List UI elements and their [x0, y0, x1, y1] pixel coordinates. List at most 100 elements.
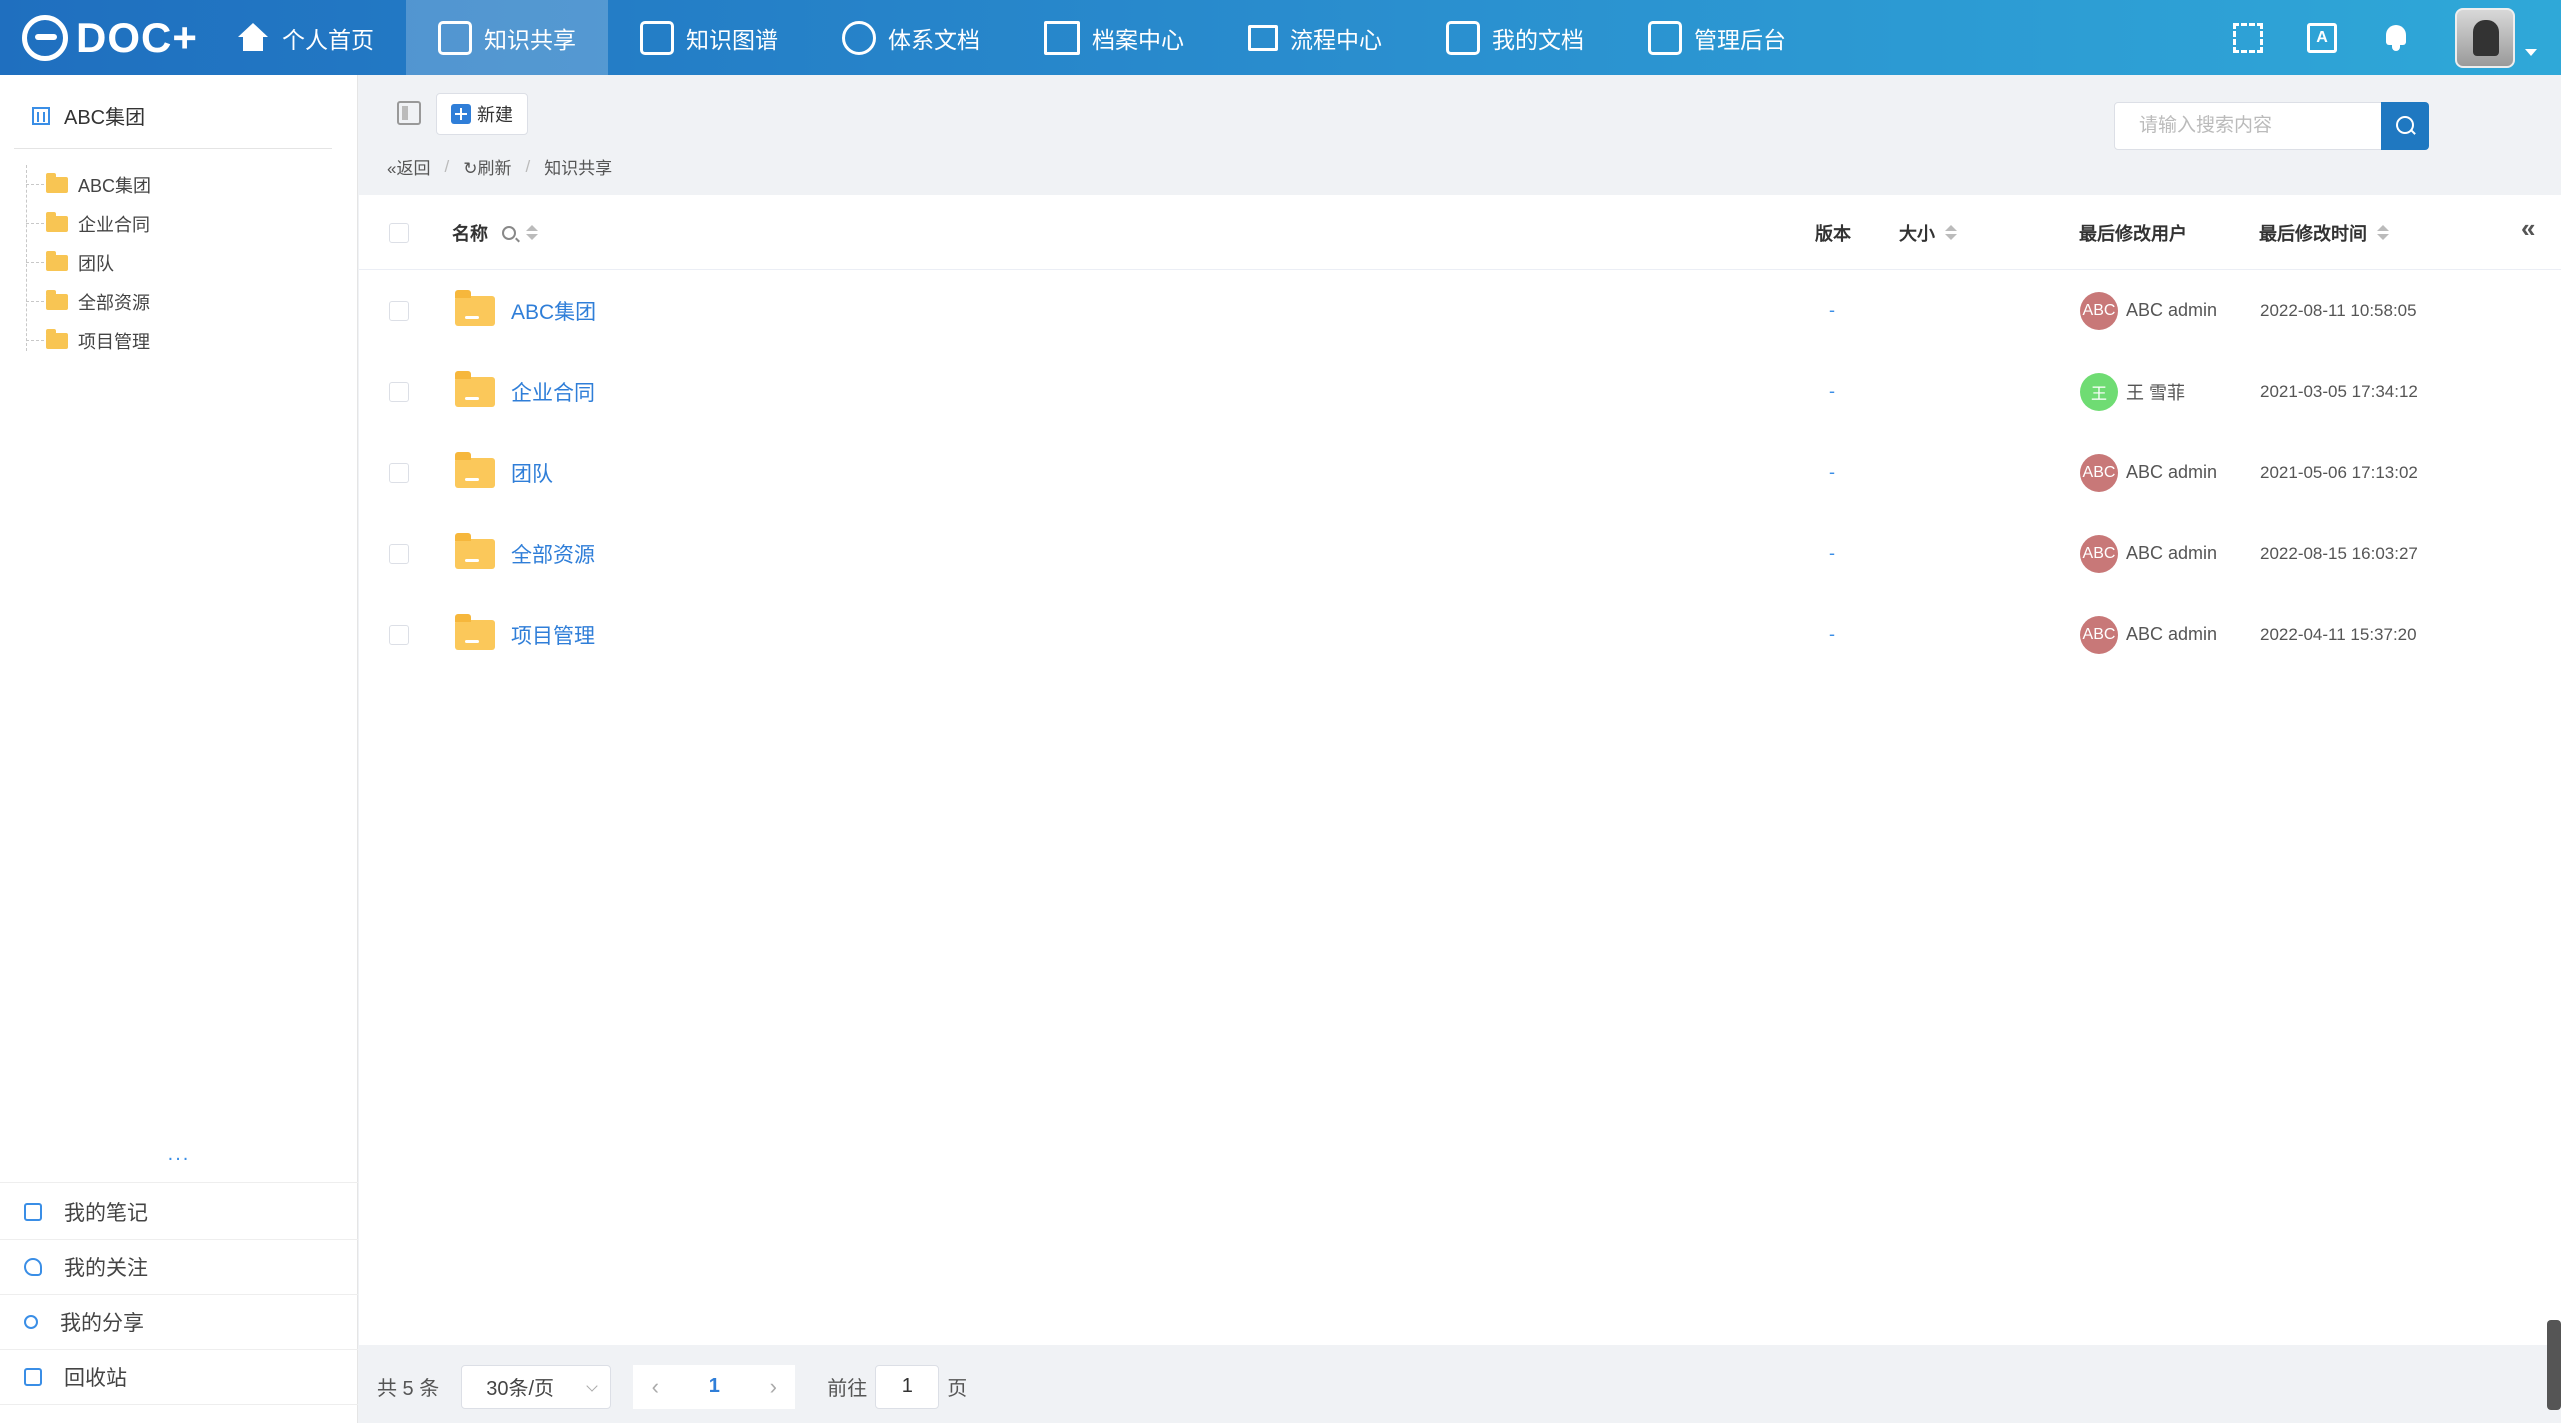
- tree-item-abc-group[interactable]: ABC集团: [26, 165, 326, 204]
- nav-item-admin[interactable]: 管理后台: [1616, 0, 1818, 75]
- panel-collapse-icon[interactable]: «: [2521, 213, 2535, 244]
- page-size-select[interactable]: 30条/页: [461, 1364, 612, 1409]
- folder-name-link[interactable]: 全部资源: [511, 539, 595, 569]
- header-time[interactable]: 最后修改时间: [2259, 195, 2389, 270]
- row-name-cell: 团队: [455, 432, 553, 513]
- header-select-all-cell: [389, 195, 409, 270]
- admin-icon: [1648, 20, 1682, 55]
- nav-label: 管理后台: [1694, 26, 1786, 53]
- user-avatar[interactable]: [2455, 7, 2515, 68]
- nav-item-system-docs[interactable]: 体系文档: [810, 0, 1012, 75]
- nav-item-home[interactable]: 个人首页: [204, 0, 406, 75]
- avatar: 王: [2080, 372, 2118, 411]
- sort-icon[interactable]: [1945, 225, 1957, 240]
- folder-icon: [455, 451, 495, 488]
- folder-icon: [46, 172, 68, 193]
- row-checkbox[interactable]: [389, 624, 409, 645]
- table-row[interactable]: 全部资源 - ABC ABC admin 2022-08-15 16:03:27: [359, 513, 2561, 594]
- plus-icon: [451, 104, 471, 124]
- sidebar-link-follows[interactable]: 我的关注: [0, 1240, 358, 1295]
- row-user-name: ABC admin: [2126, 543, 2218, 563]
- translate-icon[interactable]: A: [2307, 22, 2337, 53]
- new-button[interactable]: 新建: [436, 93, 528, 135]
- sidebar-link-shares[interactable]: 我的分享: [0, 1295, 358, 1350]
- row-select-cell: [389, 351, 409, 432]
- row-checkbox[interactable]: [389, 300, 409, 321]
- sidebar-collapse-icon[interactable]: [397, 101, 421, 125]
- share-icon: [24, 1315, 38, 1329]
- folder-icon: [455, 370, 495, 407]
- avatar: ABC: [2080, 291, 2118, 330]
- chevron-down-icon[interactable]: [2525, 49, 2537, 56]
- table-row[interactable]: 企业合同 - 王 王 雪菲 2021-03-05 17:34:12: [359, 351, 2561, 432]
- avatar: ABC: [2080, 534, 2118, 573]
- next-page-button[interactable]: ›: [751, 1364, 796, 1409]
- goto-page-input[interactable]: [875, 1364, 940, 1409]
- row-version: -: [1829, 462, 1835, 482]
- sidebar-more-toggle[interactable]: ...: [0, 1143, 358, 1183]
- share-icon: [438, 20, 472, 55]
- folder-icon: [455, 289, 495, 326]
- tree-item-contracts[interactable]: 企业合同: [26, 204, 326, 243]
- search-icon[interactable]: [502, 225, 516, 240]
- nav-item-knowledge-share[interactable]: 知识共享: [406, 0, 608, 75]
- prev-page-button[interactable]: ‹: [633, 1364, 678, 1409]
- select-all-checkbox[interactable]: [389, 222, 409, 243]
- row-checkbox[interactable]: [389, 381, 409, 402]
- row-time: 2021-03-05 17:34:12: [2260, 381, 2418, 401]
- nav-item-archive[interactable]: 档案中心: [1012, 0, 1216, 75]
- header-size[interactable]: 大小: [1899, 195, 1957, 270]
- folder-icon: [455, 613, 495, 650]
- bell-icon[interactable]: [2381, 23, 2411, 53]
- table-row[interactable]: 项目管理 - ABC ABC admin 2022-04-11 15:37:20: [359, 594, 2561, 675]
- row-checkbox[interactable]: [389, 543, 409, 564]
- row-user-cell: ABC ABC admin: [2080, 594, 2217, 675]
- nav-label: 个人首页: [282, 26, 374, 53]
- fullscreen-icon[interactable]: [2233, 22, 2263, 53]
- folder-name-link[interactable]: 项目管理: [511, 620, 595, 650]
- sort-icon[interactable]: [2377, 225, 2389, 240]
- table-header: 名称 版本 大小 最后修改用户 最后修改时间 «: [359, 195, 2561, 270]
- breadcrumb: «返回 / ↻刷新 / 知识共享: [387, 154, 612, 179]
- row-checkbox[interactable]: [389, 462, 409, 483]
- tree-item-team[interactable]: 团队: [26, 243, 326, 282]
- trash-icon: [24, 1368, 42, 1386]
- header-user-label: 最后修改用户: [2079, 223, 2187, 244]
- layers-icon: [842, 20, 876, 55]
- sidebar-quick-links: 我的笔记 我的关注 我的分享 回收站: [0, 1185, 358, 1405]
- table-row[interactable]: 团队 - ABC ABC admin 2021-05-06 17:13:02: [359, 432, 2561, 513]
- tree-item-label: 企业合同: [78, 214, 150, 235]
- folder-name-link[interactable]: 团队: [511, 458, 553, 488]
- tree-item-all-resources[interactable]: 全部资源: [26, 282, 326, 321]
- sort-icon[interactable]: [526, 225, 538, 240]
- header-name[interactable]: 名称: [452, 195, 538, 270]
- flow-icon: [1248, 24, 1278, 51]
- search-button[interactable]: [2381, 102, 2429, 150]
- refresh-link[interactable]: ↻刷新: [463, 154, 511, 179]
- nav-item-my-docs[interactable]: 我的文档: [1414, 0, 1616, 75]
- logo[interactable]: DOC+: [22, 12, 198, 64]
- header-size-label: 大小: [1899, 223, 1935, 244]
- breadcrumb-current: 知识共享: [544, 159, 613, 178]
- folder-icon: [46, 289, 68, 310]
- main-content: 新建 «返回 / ↻刷新 / 知识共享 名称 版本 大小: [359, 75, 2561, 1423]
- header-version-label: 版本: [1815, 223, 1851, 244]
- sidebar-link-recycle-bin[interactable]: 回收站: [0, 1350, 358, 1405]
- tree-item-projects[interactable]: 项目管理: [26, 321, 326, 360]
- nav-item-workflow[interactable]: 流程中心: [1216, 0, 1414, 75]
- scrollbar-thumb[interactable]: [2547, 1320, 2561, 1410]
- page-number-current[interactable]: 1: [677, 1364, 752, 1409]
- table-row[interactable]: ABC集团 - ABC ABC admin 2022-08-11 10:58:0…: [359, 270, 2561, 351]
- folder-name-link[interactable]: 企业合同: [511, 377, 595, 407]
- nav-label: 知识图谱: [686, 26, 778, 53]
- sidebar-link-notes[interactable]: 我的笔记: [0, 1185, 358, 1240]
- header-version: 版本: [1815, 195, 1851, 270]
- avatar: ABC: [2080, 615, 2118, 654]
- search-input[interactable]: [2114, 102, 2388, 150]
- sidebar-root-org[interactable]: ABC集团: [32, 101, 145, 130]
- nav-label: 知识共享: [484, 26, 576, 53]
- folder-name-link[interactable]: ABC集团: [511, 296, 596, 326]
- back-link[interactable]: «返回: [387, 154, 430, 179]
- nav-item-knowledge-graph[interactable]: 知识图谱: [608, 0, 810, 75]
- total-count: 共 5 条: [377, 1378, 440, 1400]
